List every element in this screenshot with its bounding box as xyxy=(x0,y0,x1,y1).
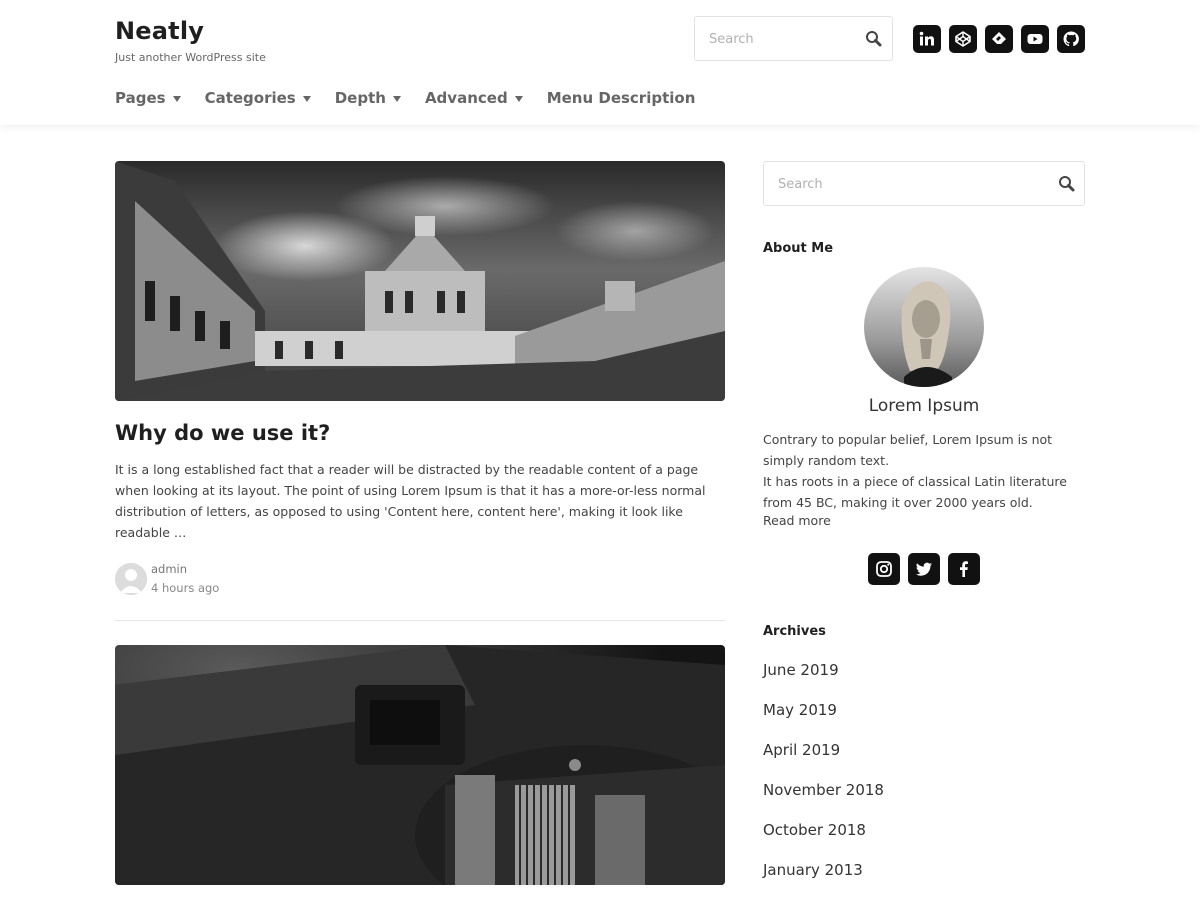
archive-link[interactable]: October 2018 xyxy=(763,820,884,860)
about-text-line: Contrary to popular belief, Lorem Ipsum … xyxy=(763,432,1053,468)
nav-item-pages[interactable]: Pages xyxy=(115,88,181,108)
nav-item-advanced[interactable]: Advanced xyxy=(425,88,523,108)
search-icon xyxy=(1059,176,1075,192)
linkedin-link[interactable] xyxy=(913,25,941,53)
nav-item-label: Pages xyxy=(115,89,166,107)
facebook-icon xyxy=(960,561,968,577)
feedly-link[interactable] xyxy=(985,25,1013,53)
main-navigation: Pages Categories Depth Advanced Menu Des… xyxy=(115,88,719,108)
github-link[interactable] xyxy=(1057,25,1085,53)
search-icon xyxy=(866,31,882,47)
codepen-icon xyxy=(955,31,971,47)
youtube-link[interactable] xyxy=(1021,25,1049,53)
header-search-input[interactable] xyxy=(709,29,849,49)
instagram-icon xyxy=(876,561,892,577)
nav-item-label: Categories xyxy=(204,89,296,107)
header-search-button[interactable] xyxy=(863,28,885,50)
about-name: Lorem Ipsum xyxy=(868,396,980,416)
youtube-icon xyxy=(1027,34,1043,44)
about-widget-title: About Me xyxy=(763,241,834,256)
archive-link[interactable]: May 2019 xyxy=(763,700,884,740)
twitter-icon xyxy=(916,562,932,576)
post-author[interactable]: admin xyxy=(151,562,187,576)
sidebar-search-box xyxy=(763,161,1085,206)
chevron-down-icon xyxy=(514,95,523,102)
read-more-link[interactable]: Read more xyxy=(763,513,831,528)
post-excerpt: It is a long established fact that a rea… xyxy=(115,462,706,540)
archive-link[interactable]: January 2013 xyxy=(763,860,884,900)
header-search-box xyxy=(694,16,893,61)
archive-link[interactable]: April 2019 xyxy=(763,740,884,780)
facebook-link[interactable] xyxy=(948,553,980,585)
feedly-icon xyxy=(992,32,1006,44)
nav-item-label: Depth xyxy=(334,89,386,107)
nav-item-categories[interactable]: Categories xyxy=(205,88,311,108)
twitter-link[interactable] xyxy=(908,553,940,585)
sidebar-search-button[interactable] xyxy=(1056,173,1078,195)
post-featured-image[interactable] xyxy=(115,161,725,401)
post-title[interactable]: Why do we use it? xyxy=(115,421,330,445)
chevron-down-icon xyxy=(302,95,311,102)
archive-link[interactable]: November 2018 xyxy=(763,780,884,820)
site-header: Neatly Just another WordPress site Searc… xyxy=(0,0,1200,125)
nav-item-label: Advanced xyxy=(424,89,508,107)
post-divider xyxy=(115,620,725,621)
nav-item-depth[interactable]: Depth xyxy=(335,88,401,108)
chevron-down-icon xyxy=(172,95,181,102)
post-featured-image[interactable] xyxy=(115,645,725,885)
archive-link[interactable]: June 2019 xyxy=(763,660,884,700)
nav-item-menu-description[interactable]: Menu Description xyxy=(547,88,696,108)
about-text-line: It has roots in a piece of classical Lat… xyxy=(763,474,1067,510)
instagram-link[interactable] xyxy=(868,553,900,585)
header-social-links xyxy=(913,25,1085,53)
author-avatar xyxy=(115,563,147,595)
codepen-link[interactable] xyxy=(949,25,977,53)
post-time: 4 hours ago xyxy=(151,581,220,595)
chevron-down-icon xyxy=(392,95,401,102)
about-social-links xyxy=(868,553,980,585)
sidebar-search-input[interactable] xyxy=(778,174,1038,194)
site-tagline: Just another WordPress site xyxy=(115,51,266,64)
archives-list: June 2019 May 2019 April 2019 November 2… xyxy=(763,660,884,900)
about-avatar xyxy=(864,267,984,387)
about-text: Contrary to popular belief, Lorem Ipsum … xyxy=(763,429,1085,513)
linkedin-icon xyxy=(919,31,934,46)
nav-item-label: Menu Description xyxy=(546,89,696,107)
site-title[interactable]: Neatly xyxy=(115,17,204,45)
archives-widget-title: Archives xyxy=(763,624,826,639)
github-icon xyxy=(1063,31,1079,47)
